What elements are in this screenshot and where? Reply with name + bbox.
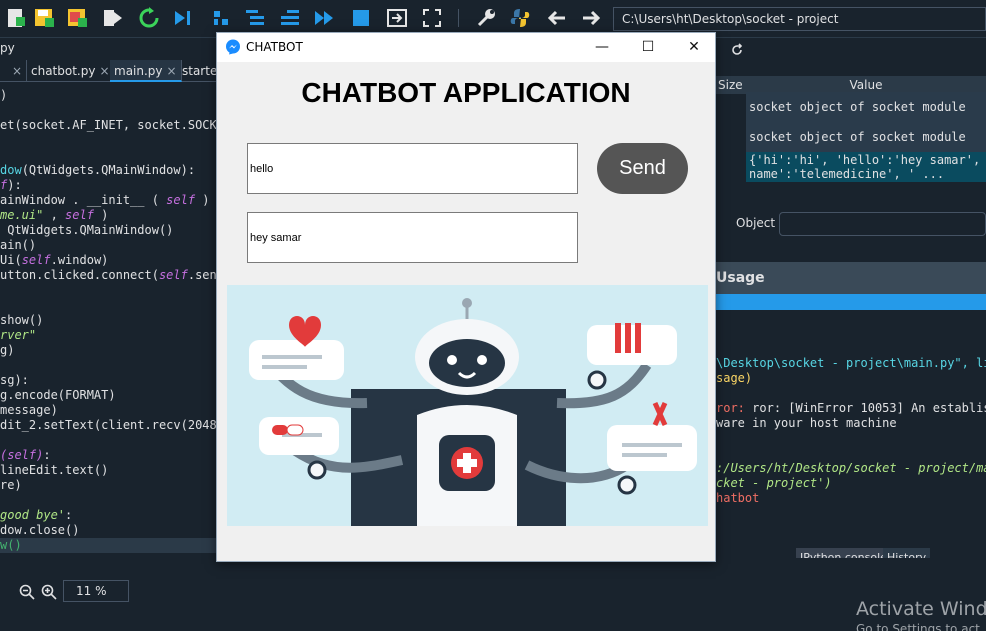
zoom-level-field[interactable]: 11 % bbox=[63, 580, 129, 602]
console-line: ror: ror: [WinError 10053] An establishe… bbox=[716, 401, 986, 416]
close-icon[interactable]: × bbox=[167, 64, 177, 78]
close-icon[interactable]: × bbox=[99, 64, 109, 78]
object-input[interactable] bbox=[779, 212, 986, 236]
new-file-icon[interactable] bbox=[5, 7, 27, 29]
save-icon[interactable] bbox=[33, 7, 55, 29]
file-label: py bbox=[0, 41, 15, 55]
object-label: Object bbox=[736, 216, 776, 230]
step-icon[interactable] bbox=[210, 7, 232, 29]
app-heading: CHATBOT APPLICATION bbox=[301, 77, 631, 108]
message-input[interactable]: hello bbox=[247, 143, 578, 194]
fast-forward-icon[interactable] bbox=[313, 7, 335, 29]
indent-icon[interactable] bbox=[244, 7, 266, 29]
messenger-icon bbox=[226, 39, 240, 55]
medical-robot-illustration bbox=[227, 285, 708, 526]
console-line: ware in your host machine bbox=[716, 416, 897, 430]
tab-chatbot-py[interactable]: chatbot.py × bbox=[27, 60, 115, 82]
variable-row[interactable]: socket object of socket module bbox=[746, 122, 986, 152]
stop-icon[interactable] bbox=[350, 7, 372, 29]
wrench-icon[interactable] bbox=[475, 7, 497, 29]
maximize-button[interactable]: ☐ bbox=[625, 33, 671, 62]
tab-starter[interactable]: starter bbox=[178, 60, 216, 82]
refresh-icon[interactable] bbox=[730, 43, 744, 57]
tab-label: starter bbox=[182, 64, 216, 78]
working-directory-field[interactable]: C:\Users\ht\Desktop\socket - project bbox=[613, 7, 986, 31]
fullscreen-icon[interactable] bbox=[421, 7, 443, 29]
windows-activation-subtext: Go to Settings to act bbox=[856, 622, 980, 631]
variable-value: {'hi':'hi', 'hello':'hey samar', ' bbox=[749, 153, 986, 167]
size-column-header[interactable]: Size bbox=[716, 76, 746, 94]
reply-output[interactable]: hey samar bbox=[247, 212, 578, 263]
send-button[interactable]: Send bbox=[597, 143, 688, 194]
console-error-text: ror: [WinError 10053] An established co bbox=[752, 401, 986, 415]
save-all-icon[interactable] bbox=[66, 7, 88, 29]
stop-debug-icon[interactable] bbox=[172, 7, 194, 29]
console-line: \Desktop\socket - project\main.py", lin bbox=[716, 356, 986, 370]
console-line: cket - project') bbox=[716, 476, 832, 490]
window-titlebar[interactable]: CHATBOT — ☐ ✕ bbox=[217, 33, 715, 62]
python-icon[interactable] bbox=[509, 7, 531, 29]
variable-value: name':'telemedicine', ' ... bbox=[749, 167, 945, 181]
tab-label: chatbot.py bbox=[31, 64, 96, 78]
help-panel-highlight bbox=[716, 294, 986, 310]
forward-arrow-icon[interactable] bbox=[580, 7, 602, 29]
windows-activation-watermark: Activate Windo bbox=[856, 598, 986, 620]
usage-header: Usage bbox=[716, 262, 986, 294]
console-line: hatbot bbox=[716, 491, 760, 505]
zoom-in-icon[interactable] bbox=[41, 584, 57, 600]
status-bar bbox=[0, 558, 986, 631]
code-lines: ) et(socket.AF_INET, socket.SOCK_ dow(Qt… bbox=[0, 88, 216, 553]
minimize-button[interactable]: — bbox=[579, 33, 625, 62]
tab-hidden[interactable]: × bbox=[0, 60, 27, 82]
variable-row-selected[interactable]: {'hi':'hi', 'hello':'hey samar', ' name'… bbox=[746, 152, 986, 182]
console-line: :/Users/ht/Desktop/socket - project/mai bbox=[716, 461, 986, 475]
code-editor[interactable]: × chatbot.py× main.py× starter ) et(sock… bbox=[0, 58, 216, 558]
dedent-icon[interactable] bbox=[279, 7, 301, 29]
exit-icon[interactable] bbox=[386, 7, 408, 29]
close-icon[interactable]: × bbox=[12, 64, 22, 78]
variable-row[interactable]: socket object of socket module bbox=[746, 92, 986, 122]
back-arrow-icon[interactable] bbox=[546, 7, 568, 29]
zoom-out-icon[interactable] bbox=[19, 584, 35, 600]
editor-tabs: × chatbot.py× main.py× starter bbox=[0, 58, 216, 82]
rerun-icon[interactable] bbox=[138, 7, 160, 29]
window-title: CHATBOT bbox=[246, 40, 303, 54]
run-cell-icon[interactable] bbox=[102, 7, 124, 29]
close-button[interactable]: ✕ bbox=[671, 33, 717, 62]
chatbot-window: CHATBOT — ☐ ✕ CHATBOT APPLICATION hello … bbox=[216, 32, 716, 562]
tab-label: main.py bbox=[114, 64, 163, 78]
console-line: sage) bbox=[716, 371, 753, 385]
tab-main-py[interactable]: main.py × bbox=[110, 60, 182, 82]
